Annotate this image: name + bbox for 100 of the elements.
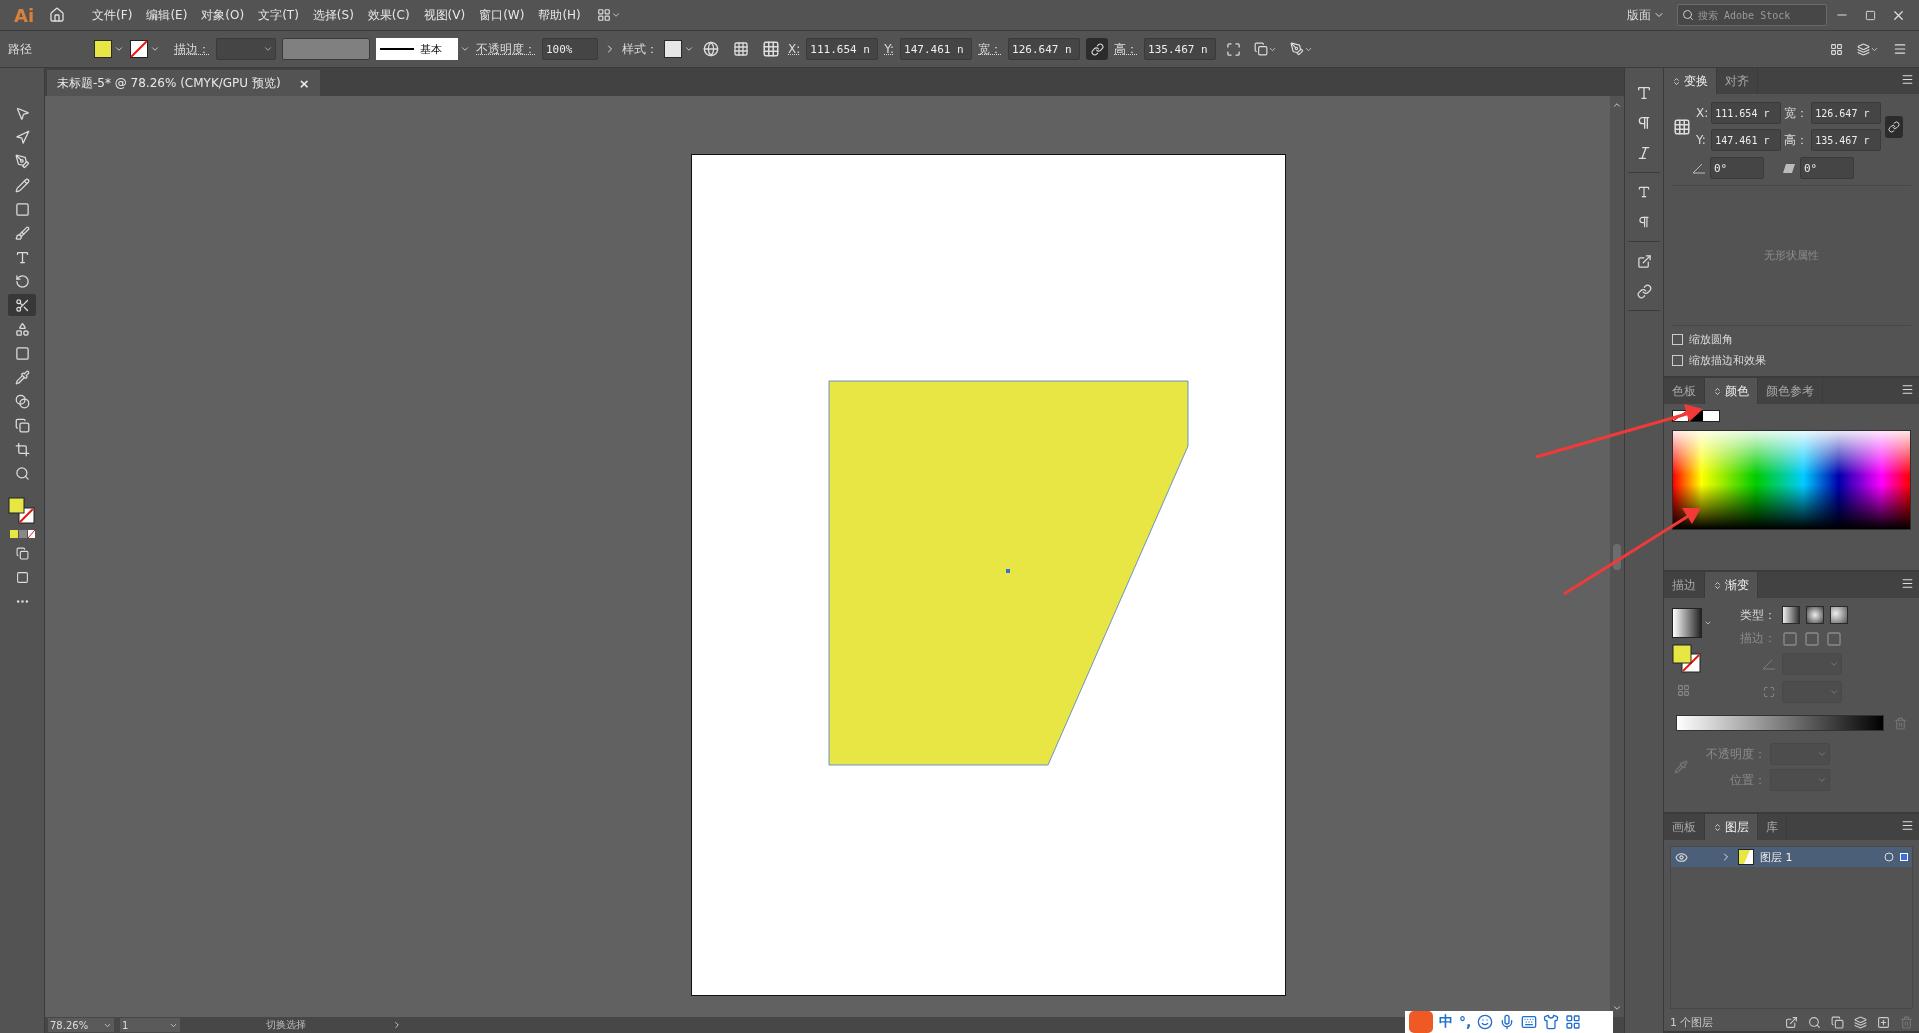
sort-arrows-icon: [1713, 580, 1722, 590]
input-method-logo-icon[interactable]: [1409, 1011, 1433, 1033]
panel-tab[interactable]: 颜色: [1705, 378, 1758, 404]
caret-icon[interactable]: [150, 44, 160, 54]
artboard-field[interactable]: 1: [120, 1018, 180, 1032]
rotate-angle-field[interactable]: 0°: [1710, 157, 1764, 179]
menu-item[interactable]: 文件(F): [86, 4, 139, 26]
panel-tab[interactable]: 图层: [1705, 814, 1758, 840]
gradient-type-button[interactable]: [1830, 606, 1848, 624]
scroll-down-icon[interactable]: [1612, 1003, 1622, 1013]
checkbox-label: 缩放描边和效果: [1689, 353, 1766, 368]
stroke-swatch[interactable]: [130, 40, 148, 58]
stroke-label: 描边：: [174, 40, 210, 58]
panel-tab[interactable]: 变换: [1664, 68, 1717, 94]
variable-width-field[interactable]: [282, 38, 370, 60]
menu-item[interactable]: 对象(O): [195, 4, 251, 26]
style-swatch[interactable]: [664, 40, 682, 58]
shear-angle-field[interactable]: 0°: [1800, 157, 1854, 179]
sublayer-icon[interactable]: [1854, 1015, 1867, 1029]
link-icon[interactable]: [1885, 115, 1904, 138]
color-mode-icon[interactable]: [9, 528, 35, 540]
menu-item[interactable]: 选择(S): [306, 4, 360, 26]
fill-stroke-icon[interactable]: [7, 496, 37, 526]
menu-item[interactable]: 窗口(W): [473, 4, 531, 26]
center-point: [1006, 569, 1010, 573]
workspace-switcher[interactable]: 版面: [1627, 6, 1651, 24]
search-field[interactable]: 搜索 Adobe Stock: [1677, 4, 1827, 26]
gradient-type-button[interactable]: [1782, 606, 1800, 624]
layer-thumbnail: [1738, 849, 1754, 865]
visibility-icon[interactable]: [1675, 850, 1688, 864]
y-field[interactable]: 147.461 r: [1711, 129, 1782, 151]
sort-arrows-icon: [1672, 76, 1681, 86]
app-logo: Ai: [13, 4, 36, 26]
fill-stroke-icon[interactable]: [1672, 643, 1702, 674]
scissors-tool-icon[interactable]: [8, 294, 36, 316]
link-icon[interactable]: [1086, 38, 1109, 60]
sort-arrows-icon: [1713, 822, 1722, 832]
stroke-profile-dropdown[interactable]: 基本: [376, 38, 458, 60]
layer-row[interactable]: 图层 1: [1671, 847, 1912, 867]
angle-icon: [1692, 162, 1706, 174]
x-label: X:: [788, 42, 801, 56]
play-icon[interactable]: [392, 1020, 402, 1030]
panel-tab[interactable]: 渐变: [1705, 572, 1758, 598]
x-field[interactable]: 111.654 r: [1711, 102, 1782, 124]
fill-swatch[interactable]: [94, 40, 112, 58]
checkbox-label: 缩放圆角: [1689, 332, 1733, 347]
width-label: 宽：: [978, 40, 1003, 58]
close-tab-button[interactable]: ×: [298, 75, 310, 91]
shear-icon: [1782, 162, 1796, 174]
scrollbar-thumb[interactable]: [1613, 543, 1621, 570]
toolbox-icon[interactable]: [1565, 1014, 1582, 1030]
menu-item[interactable]: 帮助(H): [532, 4, 587, 26]
sort-arrows-icon: [1713, 386, 1722, 396]
angle-icon: [1762, 658, 1776, 670]
vertical-scrollbar[interactable]: [1610, 96, 1624, 1017]
selection-type-label: 路径: [8, 40, 33, 58]
opacity-label: 不透明度：: [476, 40, 536, 58]
scroll-up-icon[interactable]: [1612, 100, 1622, 110]
gradient-swatch[interactable]: [1672, 607, 1702, 638]
width-label: 宽：: [1784, 104, 1809, 122]
height-field[interactable]: 135.467 n: [1144, 38, 1217, 60]
status-text: 切换选择: [265, 1018, 307, 1032]
document-tab[interactable]: 未标题-5* @ 78.26% (CMYK/GPU 预览) ×: [47, 70, 320, 96]
checkbox[interactable]: [1672, 334, 1683, 345]
export-icon[interactable]: [1785, 1015, 1798, 1029]
style-label: 样式：: [622, 40, 658, 58]
checkbox[interactable]: [1672, 355, 1683, 366]
skin-icon[interactable]: [1543, 1014, 1560, 1030]
opacity-field[interactable]: 100%: [542, 38, 598, 60]
caret-icon[interactable]: [684, 44, 694, 54]
x-field[interactable]: 111.654 n: [806, 38, 879, 60]
height-label: 高：: [1114, 40, 1139, 58]
clipping-mask-icon[interactable]: [1831, 1015, 1844, 1029]
gradient-type-button[interactable]: [1806, 606, 1824, 624]
y-label: Y:: [1696, 133, 1707, 147]
new-layer-icon[interactable]: [1877, 1015, 1890, 1029]
search-icon[interactable]: [1808, 1015, 1821, 1029]
language-mode-toggle[interactable]: 中: [1439, 1013, 1453, 1031]
height-field[interactable]: 135.467 r: [1811, 129, 1882, 151]
color-spectrum[interactable]: [1672, 430, 1911, 530]
menu-item[interactable]: 编辑(E): [140, 4, 194, 26]
layer-count: 1 个图层: [1670, 1014, 1715, 1030]
menu-item[interactable]: 视图(V): [417, 4, 472, 26]
target-icon[interactable]: [1884, 852, 1894, 862]
zoom-field[interactable]: 78.26%: [48, 1018, 114, 1032]
stroke-weight-field[interactable]: [216, 38, 276, 60]
selection-indicator-icon: [1900, 853, 1908, 861]
width-field[interactable]: 126.647 r: [1811, 102, 1882, 124]
emoji-icon[interactable]: [1477, 1014, 1494, 1030]
menu-item[interactable]: 效果(C): [361, 4, 416, 26]
x-label: X:: [1696, 106, 1709, 120]
width-field[interactable]: 126.647 n: [1008, 38, 1081, 60]
caret-icon[interactable]: [460, 44, 470, 54]
menu-item[interactable]: 文字(T): [252, 4, 305, 26]
caret-icon[interactable]: [263, 44, 273, 54]
height-label: 高：: [1784, 131, 1809, 149]
keyboard-icon[interactable]: [1521, 1014, 1538, 1030]
caret-icon[interactable]: [114, 44, 124, 54]
punctuation-toggle[interactable]: °,: [1459, 1014, 1472, 1030]
y-field[interactable]: 147.461 n: [900, 38, 973, 60]
